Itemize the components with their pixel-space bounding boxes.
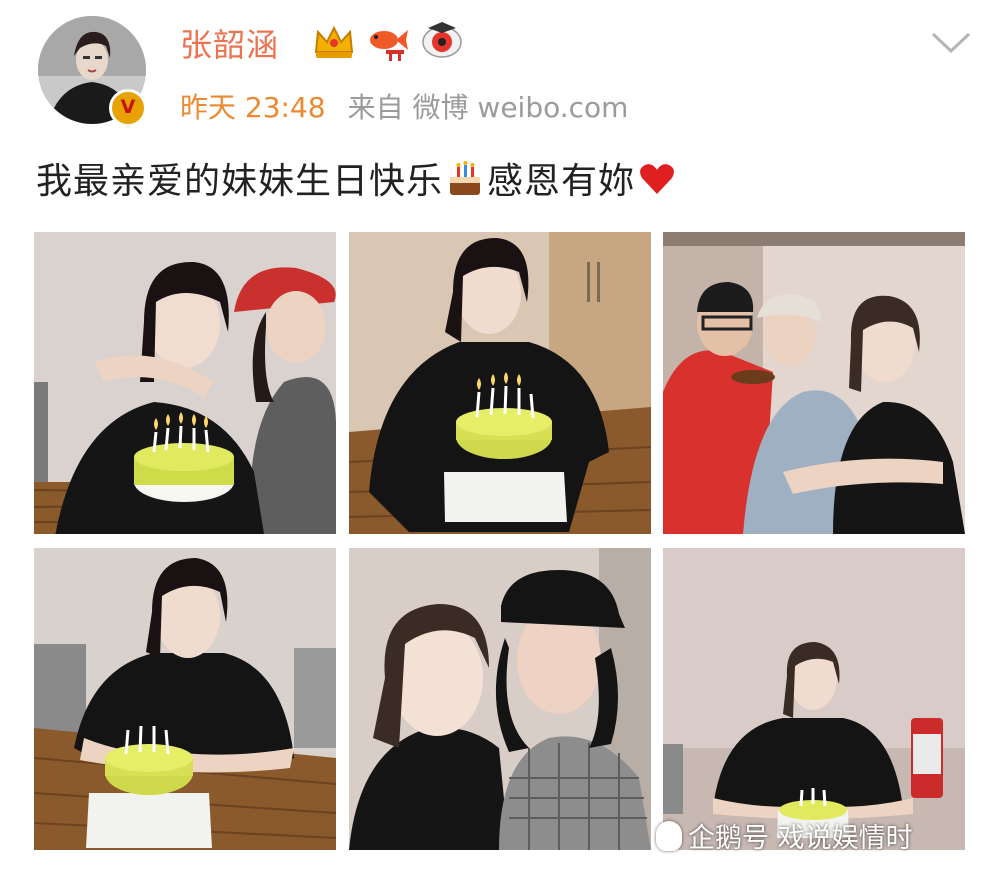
photo-grid — [34, 232, 966, 852]
post-text-end: 感恩有妳 — [487, 161, 636, 202]
photo-2[interactable] — [349, 232, 651, 534]
photo-4[interactable] — [34, 548, 336, 850]
photo-6[interactable] — [663, 548, 965, 850]
source-prefix: 来自 — [347, 91, 404, 124]
photo-3[interactable] — [663, 232, 965, 534]
koi-fish-icon[interactable] — [366, 22, 410, 62]
post-meta: 昨天 23:48 来自 微博 weibo.com — [180, 86, 628, 126]
post-text: 我最亲爱的妹妹生日快乐 感恩有妳 — [36, 152, 679, 204]
crown-icon[interactable] — [312, 22, 356, 62]
cake-emoji-icon — [450, 161, 481, 195]
watermark: 企鹅号 戏说娱情时 — [656, 816, 913, 855]
author-name[interactable]: 张韶涵 — [180, 20, 279, 66]
photo-5[interactable] — [349, 548, 651, 850]
post-source[interactable]: 微博 weibo.com — [413, 91, 629, 124]
post-text-main: 我最亲爱的妹妹生日快乐 — [36, 161, 444, 202]
photo-1[interactable] — [34, 232, 336, 534]
post-time[interactable]: 昨天 23:48 — [180, 91, 326, 124]
chevron-down-icon[interactable] — [930, 30, 972, 56]
watermark-text: 企鹅号 戏说娱情时 — [688, 823, 913, 854]
penguin-icon — [656, 820, 682, 851]
heart-emoji-icon — [640, 164, 674, 194]
user-badges — [312, 22, 464, 62]
verified-badge-icon: V — [109, 89, 147, 127]
weibo-eye-icon[interactable] — [420, 22, 464, 62]
